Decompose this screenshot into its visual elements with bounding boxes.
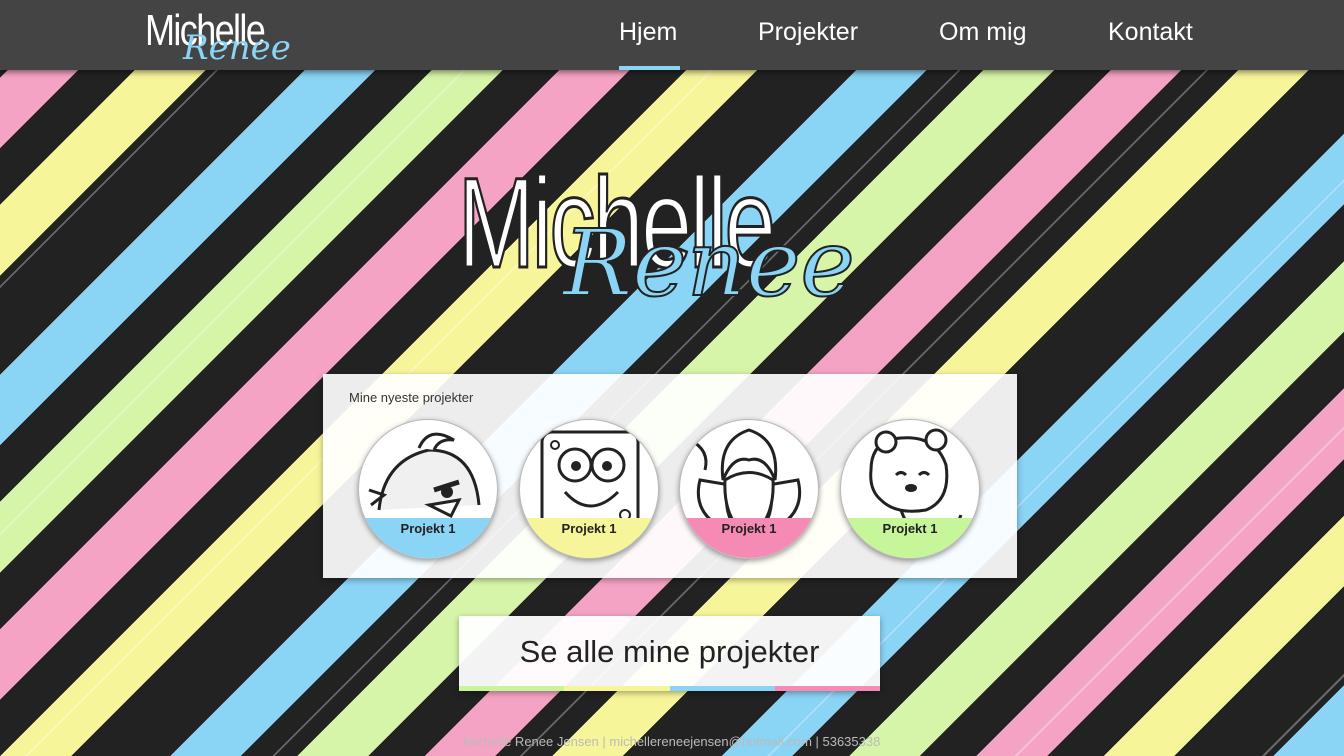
panel-title: Mine nyeste projekter bbox=[349, 390, 474, 405]
nav-om-mig[interactable]: Om mig bbox=[939, 18, 1027, 47]
site-footer: Michelle Renee Jensen | michellereneejen… bbox=[463, 734, 881, 749]
cta-color-bar-yellow bbox=[564, 686, 670, 691]
see-all-projects-button[interactable]: Se alle mine projekter bbox=[459, 616, 880, 691]
see-all-projects-label: Se alle mine projekter bbox=[519, 634, 820, 669]
hero-logo: Michelle Renee bbox=[457, 150, 888, 320]
project-label: Projekt 1 bbox=[721, 521, 777, 536]
nav-active-indicator bbox=[619, 66, 680, 70]
logo-line2: Renee bbox=[183, 28, 291, 68]
nav-projekter[interactable]: Projekter bbox=[758, 18, 858, 47]
nav-hjem[interactable]: Hjem bbox=[619, 18, 677, 47]
project-label: Projekt 1 bbox=[400, 521, 456, 536]
project-card-4[interactable]: Projekt 1 bbox=[840, 419, 980, 559]
cta-color-bar-pink bbox=[774, 686, 880, 691]
latest-projects-panel: Mine nyeste projekter Projekt 1 Projekt … bbox=[323, 374, 1017, 578]
project-card-2[interactable]: Projekt 1 bbox=[519, 419, 659, 559]
cta-color-bar-blue bbox=[669, 686, 775, 691]
project-card-3[interactable]: Projekt 1 bbox=[679, 419, 819, 559]
nav-kontakt[interactable]: Kontakt bbox=[1108, 18, 1193, 47]
cta-color-bar-green bbox=[459, 686, 565, 691]
project-card-1[interactable]: Projekt 1 bbox=[358, 419, 498, 559]
site-logo[interactable]: Michelle Renee bbox=[145, 6, 315, 68]
project-label: Projekt 1 bbox=[882, 521, 938, 536]
project-label: Projekt 1 bbox=[561, 521, 617, 536]
site-header: Michelle Renee Hjem Projekter Om mig Kon… bbox=[0, 0, 1344, 70]
hero-line2: Renee bbox=[562, 209, 856, 318]
